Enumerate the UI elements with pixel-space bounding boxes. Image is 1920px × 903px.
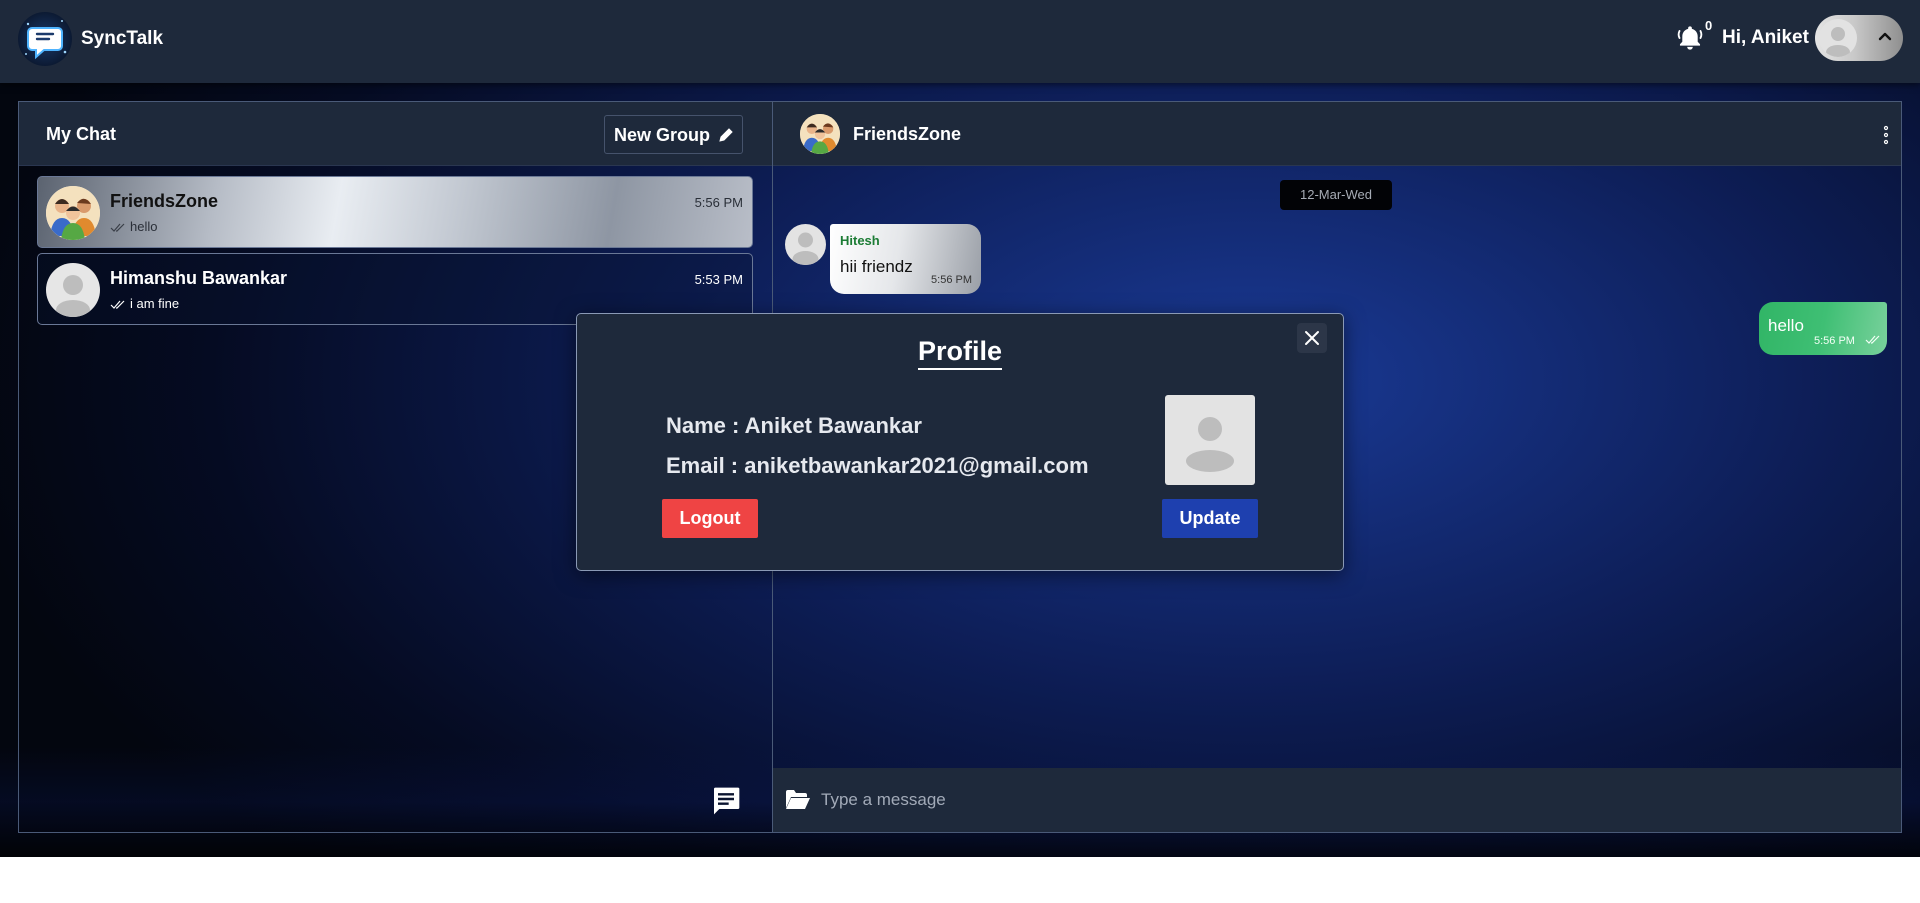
incoming-message: Hitesh hii friendz 5:56 PM	[830, 224, 981, 294]
date-separator: 12-Mar-Wed	[1280, 180, 1392, 210]
folder-open-icon[interactable]	[785, 788, 811, 810]
message-time: 5:56 PM	[931, 274, 972, 286]
bell-icon[interactable]	[1676, 24, 1704, 52]
chevron-up-icon	[1878, 32, 1892, 41]
message-composer	[773, 768, 1901, 832]
message-input[interactable]	[821, 782, 1881, 818]
conversation-header: FriendsZone	[773, 102, 1901, 166]
outgoing-message: hello 5:56 PM	[1759, 302, 1887, 355]
chat-last-message-row: i am fine	[110, 296, 179, 311]
chat-list-item-friendszone[interactable]: FriendsZone 5:56 PM hello	[37, 176, 753, 248]
close-button[interactable]	[1297, 323, 1327, 353]
profile-email: Email : aniketbawankar2021@gmail.com	[666, 453, 1089, 478]
notification-count: 0	[1705, 18, 1713, 33]
avatar	[1819, 19, 1857, 57]
user-placeholder-icon	[792, 232, 819, 265]
user-placeholder-icon	[1186, 417, 1234, 472]
chat-list-header: My Chat New Group	[19, 102, 772, 166]
top-navbar: SyncTalk 0 Hi, Aniket	[0, 0, 1920, 83]
new-group-label: New Group	[614, 125, 711, 145]
user-greeting: Hi, Aniket	[1722, 27, 1809, 48]
modal-title: Profile	[577, 336, 1343, 370]
logout-button[interactable]: Logout	[662, 499, 758, 538]
chat-time: 5:56 PM	[694, 195, 743, 210]
sender-avatar[interactable]	[785, 224, 826, 265]
profile-modal: Profile Name : Aniket Bawankar Email : a…	[576, 313, 1344, 571]
chat-name: FriendsZone	[110, 191, 219, 211]
app-root: SyncTalk 0 Hi, Aniket My Chat New Group	[0, 0, 1920, 857]
chat-name: Himanshu Bawankar	[110, 268, 288, 288]
double-check-icon	[110, 223, 125, 232]
app-name: SyncTalk	[81, 28, 164, 49]
chat-last-message-row: hello	[110, 219, 157, 234]
chat-last-message: hello	[130, 219, 158, 234]
new-group-button[interactable]: New Group	[604, 115, 743, 154]
user-avatar	[46, 263, 100, 317]
conversation-avatar[interactable]	[800, 114, 840, 154]
app-logo[interactable]	[18, 12, 72, 66]
chat-list-title: My Chat	[46, 124, 117, 144]
message-text: hii friendz	[840, 257, 913, 276]
group-people-icon	[46, 186, 100, 240]
conversation-title: FriendsZone	[853, 124, 962, 144]
chat-time: 5:53 PM	[694, 272, 743, 287]
user-placeholder-icon	[1826, 27, 1850, 57]
pencil-icon	[719, 128, 733, 142]
profile-picture	[1165, 395, 1255, 485]
double-check-icon	[1865, 335, 1880, 344]
profile-menu-toggle[interactable]	[1815, 15, 1903, 61]
message-time: 5:56 PM	[1814, 335, 1855, 347]
group-avatar	[46, 186, 100, 240]
modal-title-text: Profile	[917, 336, 1003, 370]
update-button[interactable]: Update	[1162, 499, 1258, 538]
user-placeholder-icon	[56, 275, 90, 317]
new-chat-icon[interactable]	[710, 785, 742, 817]
double-check-icon	[110, 300, 125, 309]
chat-bubble-logo-icon	[25, 20, 67, 60]
chat-last-message: i am fine	[130, 296, 180, 311]
profile-name: Name : Aniket Bawankar	[666, 413, 922, 438]
message-text: hello	[1768, 316, 1804, 335]
more-options-icon[interactable]	[1882, 125, 1890, 145]
close-icon	[1305, 331, 1319, 345]
group-people-icon	[800, 114, 840, 154]
message-sender: Hitesh	[840, 233, 880, 248]
